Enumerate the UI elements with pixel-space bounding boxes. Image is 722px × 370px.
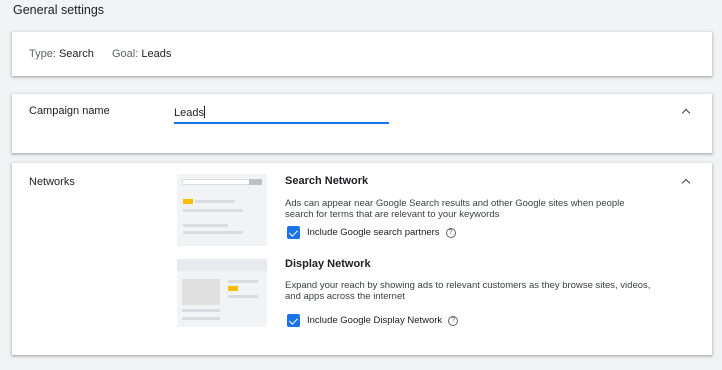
chevron-up-icon[interactable] (680, 176, 692, 188)
networks-card: Networks Search Network Ads can appear n… (12, 163, 712, 355)
networks-label: Networks (29, 176, 75, 188)
search-network-description: Ads can appear near Google Search result… (285, 198, 625, 220)
help-circle-icon[interactable]: ? (445, 227, 456, 238)
campaign-goal: Goal: Leads (112, 48, 171, 60)
type-label: Type: (29, 48, 56, 60)
goal-label: Goal: (112, 48, 139, 60)
campaign-name-card: Campaign name Leads (12, 94, 712, 153)
campaign-type: Type: Search (29, 48, 94, 60)
campaign-summary-card: Type: Search Goal: Leads (12, 32, 712, 76)
campaign-name-value: Leads (174, 107, 204, 119)
campaign-name-input[interactable]: Leads (174, 104, 389, 124)
type-value: Search (58, 48, 94, 60)
display-network-title: Display Network (285, 258, 371, 270)
section-title: General settings (13, 3, 105, 17)
display-network-option[interactable]: Include Google Display Network ? (287, 314, 459, 327)
search-network-illustration (177, 174, 267, 246)
display-network-illustration (177, 259, 267, 327)
text-cursor (203, 106, 205, 118)
search-partners-checkbox[interactable] (287, 226, 300, 239)
search-partners-option[interactable]: Include Google search partners ? (287, 226, 456, 239)
campaign-name-label: Campaign name (29, 105, 110, 117)
display-network-label: Include Google Display Network (307, 315, 443, 326)
display-network-description: Expand your reach by showing ads to rele… (285, 280, 651, 302)
chevron-up-icon[interactable] (680, 106, 692, 118)
goal-value: Leads (141, 48, 172, 60)
help-circle-icon[interactable]: ? (448, 315, 459, 326)
display-network-checkbox[interactable] (287, 314, 300, 327)
search-partners-label: Include Google search partners (307, 227, 440, 238)
search-network-title: Search Network (285, 175, 369, 187)
